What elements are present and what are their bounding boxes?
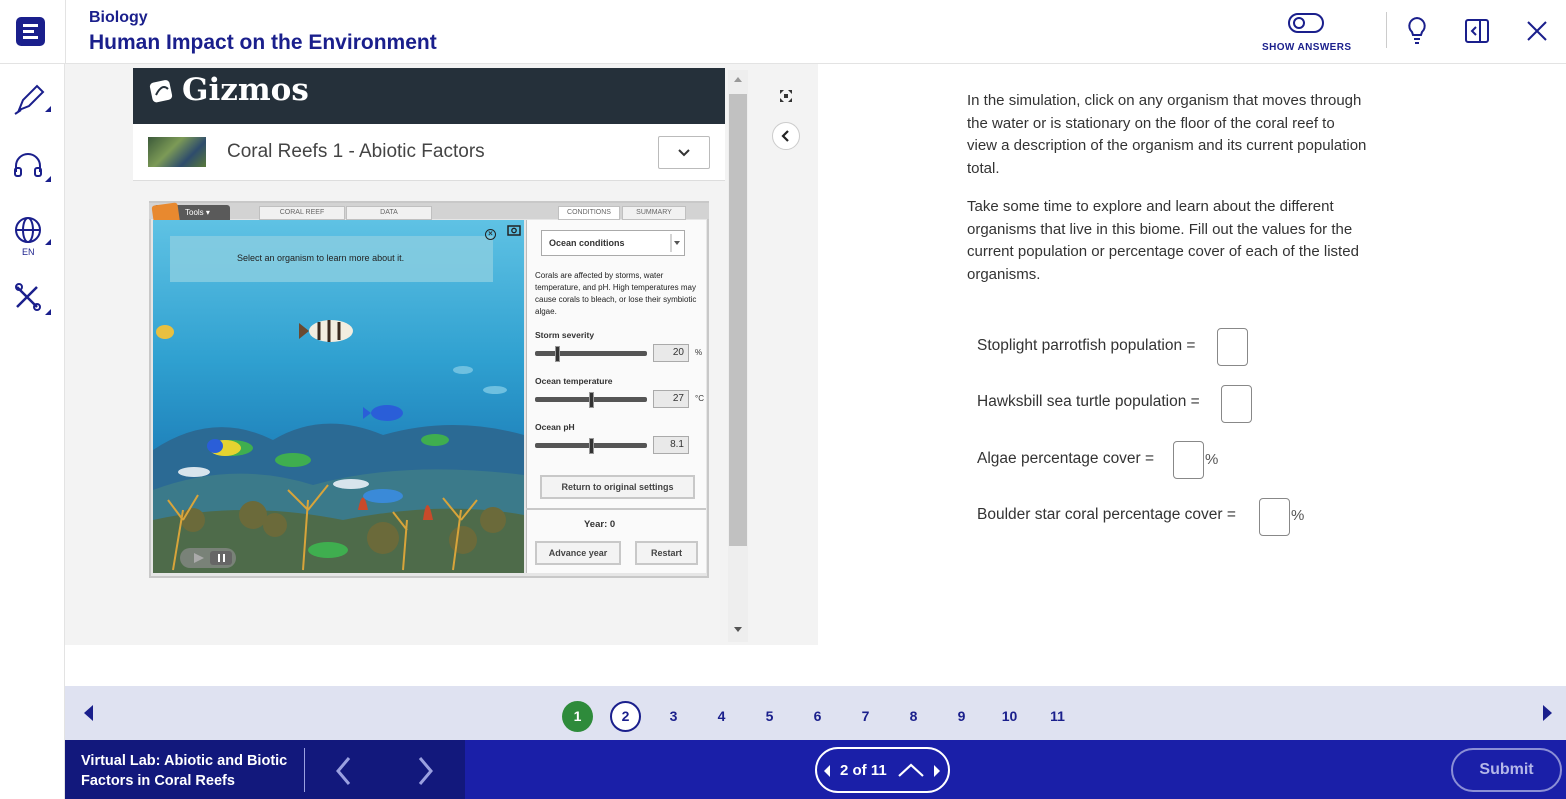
chevron-up-icon[interactable] <box>897 762 925 778</box>
chevron-down-icon <box>678 149 690 157</box>
bottom-separator <box>304 748 305 792</box>
ocean-ph-handle[interactable] <box>589 438 594 454</box>
language-label: EN <box>22 247 35 257</box>
ocean-temperature-handle[interactable] <box>589 392 594 408</box>
page-7-button[interactable]: 7 <box>850 701 881 732</box>
camera-icon[interactable] <box>506 222 522 236</box>
scroll-down-icon[interactable] <box>732 624 744 634</box>
previous-page-icon[interactable] <box>82 704 96 722</box>
tab-conditions[interactable]: CONDITIONS <box>558 206 620 220</box>
tools-icon[interactable] <box>13 281 53 319</box>
globe-icon[interactable] <box>13 215 53 247</box>
header-separator <box>1386 12 1387 48</box>
submit-button[interactable]: Submit <box>1451 748 1562 792</box>
ocean-conditions-select[interactable]: Ocean conditions <box>541 230 685 256</box>
scroll-up-icon[interactable] <box>732 74 744 84</box>
ocean-temperature-unit: °C <box>695 394 704 403</box>
ocean-temperature-label: Ocean temperature <box>535 376 613 386</box>
gizmos-logo-icon <box>149 80 173 103</box>
boulder-coral-question-label: Boulder star coral percentage cover = <box>977 506 1236 523</box>
progress-next-icon[interactable] <box>932 764 942 778</box>
header-divider <box>65 0 66 64</box>
boulder-coral-percent-suffix: % <box>1291 507 1305 524</box>
toggle-icon <box>1293 17 1305 29</box>
algae-answer-input[interactable] <box>1173 441 1204 479</box>
boulder-coral-answer-input[interactable] <box>1259 498 1290 536</box>
tab-summary[interactable]: SUMMARY <box>622 206 686 220</box>
storm-severity-label: Storm severity <box>535 330 595 340</box>
return-original-settings-button[interactable]: Return to original settings <box>540 475 695 499</box>
chevron-down-icon <box>670 234 680 252</box>
instructions-paragraph-1: In the simulation, click on any organism… <box>967 92 1367 177</box>
scrollbar-thumb[interactable] <box>729 94 747 546</box>
storm-severity-unit: % <box>695 348 703 357</box>
activity-title: Virtual Lab: Abiotic and Biotic Factors … <box>81 753 288 789</box>
parrotfish-question-label: Stoplight parrotfish population = <box>977 337 1196 354</box>
tab-coral-reef[interactable]: CORAL REEF <box>259 206 345 220</box>
page-1-button[interactable]: 1 <box>562 701 593 732</box>
page-9-button[interactable]: 9 <box>946 701 977 732</box>
next-activity-icon[interactable] <box>414 755 436 787</box>
parrotfish-answer-input[interactable] <box>1217 328 1248 366</box>
page-8-button[interactable]: 8 <box>898 701 929 732</box>
info-close-icon[interactable]: × <box>485 229 496 240</box>
play-pause-icon[interactable] <box>180 548 236 568</box>
highlighter-icon[interactable] <box>13 82 53 118</box>
collapse-panel-button[interactable] <box>772 122 800 150</box>
storm-severity-handle[interactable] <box>555 346 561 362</box>
tools-label: Tools <box>185 208 204 217</box>
subject-label: Biology <box>89 9 148 26</box>
progress-prev-icon[interactable] <box>822 764 832 778</box>
page-3-button[interactable]: 3 <box>658 701 689 732</box>
page-4-button[interactable]: 4 <box>706 701 737 732</box>
ocean-ph-label: Ocean pH <box>535 422 575 432</box>
lightbulb-icon[interactable] <box>1405 15 1429 47</box>
year-label: Year: 0 <box>584 519 616 530</box>
page-11-button[interactable]: 11 <box>1042 701 1073 732</box>
sea-turtle-question-label: Hawksbill sea turtle population = <box>977 393 1200 410</box>
ocean-ph-value: 8.1 <box>653 436 689 454</box>
advance-year-button[interactable]: Advance year <box>535 541 621 565</box>
gizmo-title: Coral Reefs 1 - Abiotic Factors <box>227 141 485 162</box>
close-icon[interactable] <box>1525 19 1549 43</box>
gizmos-brand: Gizmos <box>182 72 309 108</box>
tab-data[interactable]: DATA <box>346 206 432 220</box>
previous-activity-icon[interactable] <box>333 755 355 787</box>
restart-button[interactable]: Restart <box>635 541 698 565</box>
next-page-icon[interactable] <box>1540 704 1554 722</box>
storm-severity-slider[interactable] <box>535 351 647 356</box>
show-answers-toggle[interactable] <box>1288 13 1324 33</box>
expand-icon[interactable] <box>779 89 793 103</box>
organism-info-text: Select an organism to learn more about i… <box>237 253 405 263</box>
sidebar-collapse-icon[interactable] <box>1464 18 1490 44</box>
conditions-description: Corals are affected by storms, water tem… <box>535 271 697 316</box>
page-2-button[interactable]: 2 <box>610 701 641 732</box>
show-answers-label: SHOW ANSWERS <box>1262 42 1352 53</box>
algae-question-label: Algae percentage cover = <box>977 450 1155 467</box>
gizmo-dropdown-button[interactable] <box>658 136 710 169</box>
page-10-button[interactable]: 10 <box>994 701 1025 732</box>
progress-text: 2 of 11 <box>840 762 887 779</box>
gizmo-thumbnail <box>148 137 206 167</box>
ocean-temperature-value: 27 <box>653 390 689 408</box>
algae-percent-suffix: % <box>1205 451 1219 468</box>
ocean-conditions-value: Ocean conditions <box>549 238 625 248</box>
page-5-button[interactable]: 5 <box>754 701 785 732</box>
headphones-icon[interactable] <box>13 148 53 186</box>
controls-divider <box>526 508 706 510</box>
page-6-button[interactable]: 6 <box>802 701 833 732</box>
logo-icon[interactable] <box>16 17 45 46</box>
top-header: Biology Human Impact on the Environment … <box>0 0 1566 64</box>
playback-controls <box>180 548 236 568</box>
sea-turtle-answer-input[interactable] <box>1221 385 1252 423</box>
storm-severity-value: 20 <box>653 344 689 362</box>
lesson-title: Human Impact on the Environment <box>89 31 437 54</box>
instructions-paragraph-2: Take some time to explore and learn abou… <box>967 198 1359 283</box>
chevron-left-icon <box>781 130 789 142</box>
